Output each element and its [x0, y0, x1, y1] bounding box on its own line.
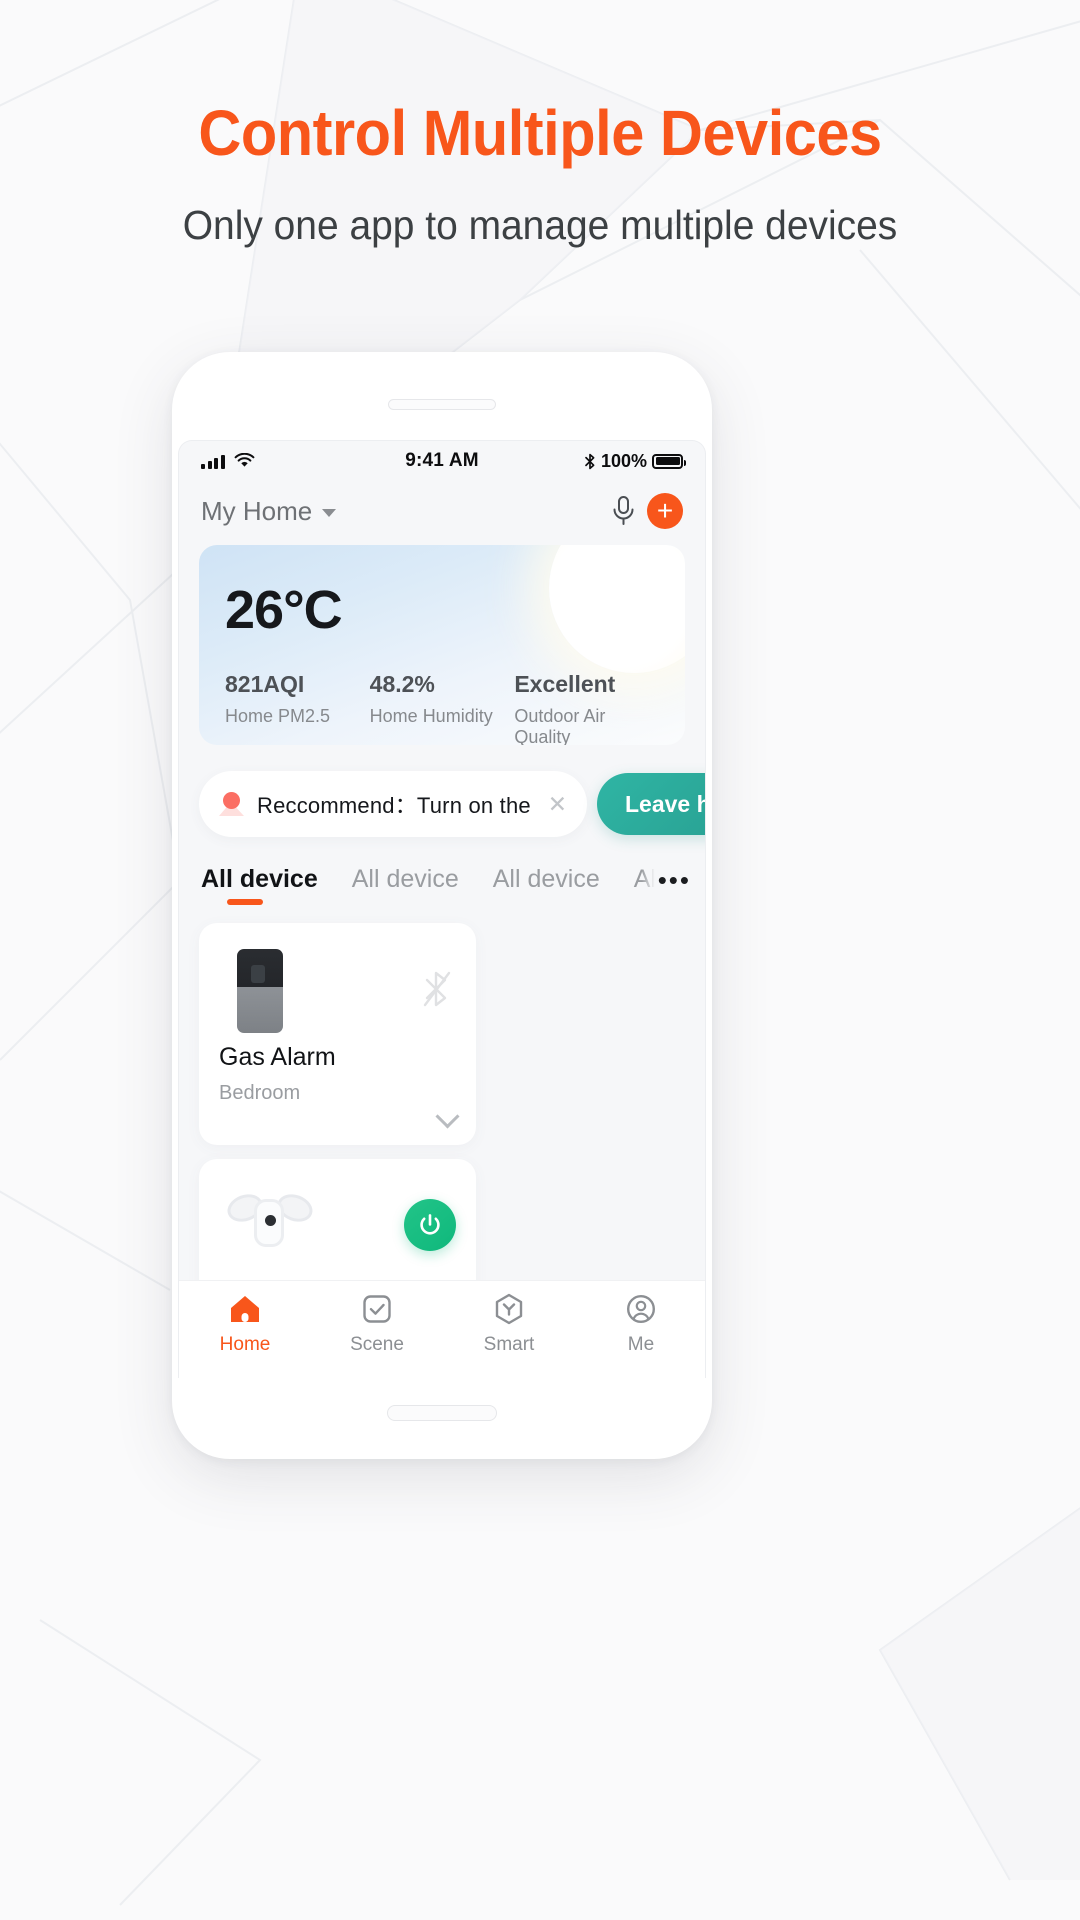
metric-value: Excellent	[514, 671, 616, 697]
battery-full-icon	[652, 453, 686, 469]
leave-home-label: Leave h	[625, 790, 706, 817]
tri-sensor-device-image	[223, 1189, 317, 1263]
chevron-down-icon[interactable]	[322, 509, 337, 517]
bluetooth-icon	[585, 453, 595, 469]
home-icon	[229, 1293, 261, 1325]
tab-all-device-1[interactable]: All device	[201, 865, 318, 905]
status-bar: 9:41 AM 100%	[179, 441, 705, 481]
metric-label: Home Humidity	[369, 706, 493, 726]
battery-percent-label: 100%	[600, 450, 647, 471]
temperature-value: 26°C	[225, 580, 343, 640]
nav-label: Home	[219, 1334, 271, 1355]
device-art-area	[219, 1179, 456, 1275]
nav-item-home[interactable]: Home	[179, 1293, 311, 1378]
metric-label: Home PM2.5	[225, 706, 331, 726]
add-device-button[interactable]: +	[647, 493, 683, 529]
add-device-label: +	[656, 495, 674, 526]
metric-humidity: 48.2% Home Humidity	[370, 671, 515, 745]
gas-detector-device-image	[237, 949, 283, 1033]
nav-label: Me	[627, 1334, 655, 1355]
phone-home-indicator	[387, 1405, 497, 1421]
recommend-banner[interactable]: Reccommend：Turn on the ✕	[199, 771, 587, 837]
nav-item-me[interactable]: Me	[575, 1293, 705, 1378]
home-selector-label[interactable]: My Home	[201, 496, 312, 527]
metric-pm25: 821AQI Home PM2.5	[225, 671, 370, 745]
tab-label: All device	[351, 865, 459, 893]
status-bar-time: 9:41 AM	[405, 450, 479, 471]
tab-all-device-3[interactable]: All device	[493, 865, 600, 905]
recommend-alert-icon	[219, 791, 244, 817]
recommend-row: Reccommend：Turn on the ✕ Leave h	[179, 771, 705, 837]
device-card[interactable]: Gas Alarm Bedroom	[199, 923, 476, 1145]
page-subtitle: Only one app to manage multiple devices	[182, 202, 898, 248]
nav-item-smart[interactable]: Smart	[443, 1293, 575, 1378]
phone-mockup: 9:41 AM 100% My Home + 26°C 821AQI Home …	[172, 352, 712, 1459]
bluetooth-off-icon[interactable]	[420, 969, 454, 1009]
tab-label: All device	[201, 865, 318, 893]
metric-label: Outdoor Air Quality	[514, 706, 606, 745]
metric-value: 48.2%	[369, 671, 435, 697]
nav-item-scene[interactable]: Scene	[311, 1293, 443, 1378]
tab-label: All device	[492, 865, 600, 893]
bottom-nav: Home Scene Smart Me	[179, 1280, 705, 1378]
close-icon[interactable]: ✕	[548, 792, 567, 816]
recommend-text: Reccommend：Turn on the	[257, 793, 531, 818]
device-name: Gas Alarm	[219, 1043, 336, 1071]
weather-metrics: 821AQI Home PM2.5 48.2% Home Humidity Ex…	[225, 671, 659, 745]
power-icon	[420, 1214, 440, 1235]
metric-value: 821AQI	[225, 671, 305, 697]
cellular-signal-icon	[201, 454, 225, 469]
nav-label: Scene	[350, 1334, 404, 1355]
phone-screen: 9:41 AM 100% My Home + 26°C 821AQI Home …	[178, 440, 706, 1378]
app-header: My Home +	[179, 481, 705, 541]
tabs-more-icon[interactable]: •••	[641, 867, 691, 893]
promo-text-block: Control Multiple Devices Only one app to…	[0, 0, 1080, 249]
device-art-area	[219, 943, 456, 1039]
page-title: Control Multiple Devices	[198, 97, 882, 169]
leave-home-button[interactable]: Leave h	[597, 773, 706, 835]
power-toggle-button[interactable]	[404, 1199, 456, 1251]
metric-air-quality: Excellent Outdoor Air Quality	[514, 671, 659, 745]
scene-icon	[362, 1293, 392, 1325]
nav-label: Smart	[483, 1334, 535, 1355]
weather-card[interactable]: 26°C 821AQI Home PM2.5 48.2% Home Humidi…	[199, 545, 685, 745]
tab-all-device-2[interactable]: All device	[352, 865, 459, 905]
phone-earpiece	[388, 399, 496, 410]
wifi-icon	[234, 453, 254, 467]
profile-icon	[626, 1293, 656, 1325]
smart-icon	[494, 1293, 524, 1325]
device-room: Bedroom	[219, 1082, 301, 1104]
device-tabs: All device All device All device All d •…	[179, 837, 705, 905]
chevron-down-icon[interactable]	[435, 1104, 460, 1129]
microphone-icon[interactable]	[610, 495, 637, 527]
